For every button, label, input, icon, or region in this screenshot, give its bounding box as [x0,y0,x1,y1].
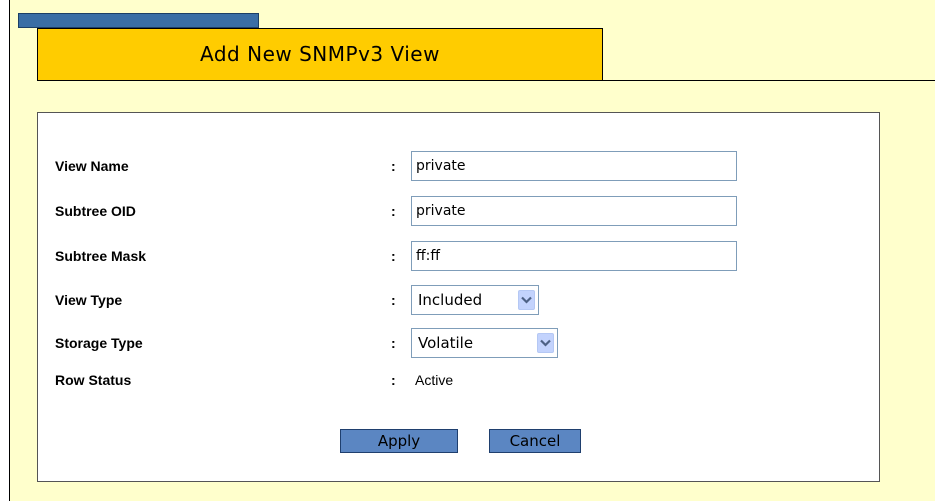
subtree-oid-input[interactable]: private [411,196,737,226]
page-title: Add New SNMPv3 View [200,42,440,66]
view-name-label: View Name [55,158,129,174]
cancel-button[interactable]: Cancel [489,429,581,453]
subtree-mask-row: Subtree Mask : ff:ff [38,241,879,271]
row-status-colon: : [391,372,396,388]
form-panel: View Name : private Subtree OID : privat… [37,112,880,482]
chevron-down-icon[interactable] [537,333,554,353]
view-type-selected: Included [418,291,483,309]
view-name-input[interactable]: private [411,151,737,181]
header-tab-bar [18,13,259,28]
apply-button[interactable]: Apply [340,429,458,453]
storage-type-row: Storage Type : Volatile [38,328,879,358]
row-status-label: Row Status [55,372,132,388]
view-name-colon: : [391,158,396,174]
view-type-row: View Type : Included [38,285,879,315]
chevron-down-icon[interactable] [518,290,535,310]
storage-type-colon: : [391,335,396,351]
subtree-mask-label: Subtree Mask [55,248,147,264]
storage-type-label: Storage Type [55,335,143,351]
subtree-oid-colon: : [391,203,396,219]
subtree-oid-row: Subtree OID : private [38,196,879,226]
view-name-row: View Name : private [38,151,879,181]
view-type-select[interactable]: Included [411,285,539,315]
view-type-label: View Type [55,292,123,308]
storage-type-selected: Volatile [418,334,474,352]
subtree-oid-label: Subtree OID [55,203,136,219]
storage-type-select[interactable]: Volatile [411,328,558,358]
subtree-mask-colon: : [391,248,396,264]
view-type-colon: : [391,292,396,308]
title-underline [602,80,935,81]
subtree-mask-input[interactable]: ff:ff [411,241,737,271]
row-status-value: Active [415,372,454,388]
row-status-row: Row Status : Active [38,365,879,395]
